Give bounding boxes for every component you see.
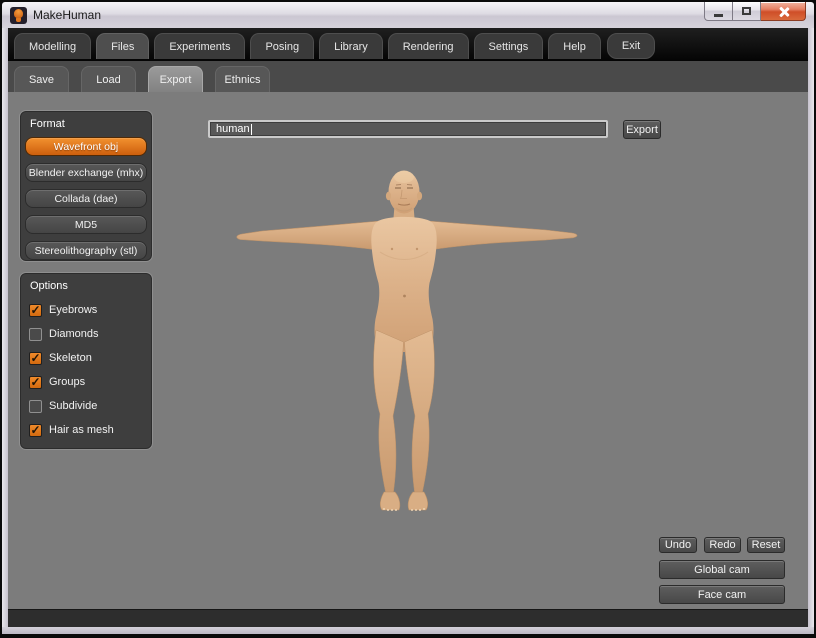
eyebrows-checkbox[interactable] [29,304,42,317]
format-collada-dae-button[interactable]: Collada (dae) [25,189,147,208]
model-right-leg [405,330,435,495]
tab-files[interactable]: Files [96,33,149,59]
human-model[interactable] [200,162,620,609]
format-blender-mhx-button[interactable]: Blender exchange (mhx) [25,163,147,182]
tab-rendering[interactable]: Rendering [388,33,469,59]
status-bar [8,609,808,627]
options-checkbox-list: Eyebrows Diamonds Skeleton Groups [20,298,152,442]
skeleton-checkbox[interactable] [29,352,42,365]
model-torso [371,217,436,352]
subtab-save[interactable]: Save [14,66,69,92]
format-wavefront-obj-button[interactable]: Wavefront obj [25,137,147,156]
face-cam-button[interactable]: Face cam [659,585,785,604]
model-right-foot [408,492,428,510]
model-right-arm [428,221,577,250]
subdivide-label: Subdivide [49,400,97,412]
text-caret-icon [251,124,252,135]
filename-value: human [216,123,250,135]
close-icon [778,6,789,17]
option-eyebrows[interactable]: Eyebrows [20,298,152,322]
tab-modelling[interactable]: Modelling [14,33,91,59]
eyebrows-label: Eyebrows [49,304,97,316]
global-cam-button[interactable]: Global cam [659,560,785,579]
window-controls [704,2,806,21]
hair-as-mesh-label: Hair as mesh [49,424,114,436]
maximize-icon [742,7,751,15]
hair-as-mesh-checkbox[interactable] [29,424,42,437]
subtab-load[interactable]: Load [81,66,136,92]
minimize-button[interactable] [704,2,733,21]
filename-input[interactable]: human [208,120,608,138]
model-left-leg [374,330,404,495]
option-groups[interactable]: Groups [20,370,152,394]
options-panel: Options Eyebrows Diamonds Skeleton [19,272,153,450]
tab-settings[interactable]: Settings [474,33,544,59]
undo-button[interactable]: Undo [659,537,697,553]
titlebar[interactable]: MakeHuman [2,2,814,28]
minimize-icon [714,14,723,17]
format-stereolithography-button[interactable]: Stereolithography (stl) [25,241,147,260]
tab-posing[interactable]: Posing [250,33,314,59]
window-frame-right [808,28,814,634]
diamonds-label: Diamonds [49,328,99,340]
window-frame-bottom [2,627,814,634]
tab-exit[interactable]: Exit [607,33,655,59]
diamonds-checkbox[interactable] [29,328,42,341]
reset-button[interactable]: Reset [747,537,785,553]
options-panel-title: Options [20,273,152,292]
model-left-arm [237,221,380,250]
tab-experiments[interactable]: Experiments [154,33,245,59]
skeleton-label: Skeleton [49,352,92,364]
window-title: MakeHuman [33,8,101,22]
redo-button[interactable]: Redo [704,537,741,553]
groups-label: Groups [49,376,85,388]
app-body: Modelling Files Experiments Posing Libra… [8,28,808,627]
viewport-3d[interactable]: Format Wavefront obj Blender exchange (m… [8,92,808,609]
sub-tabbar: Save Load Export Ethnics [8,61,808,92]
export-button[interactable]: Export [623,120,661,139]
option-hair-as-mesh[interactable]: Hair as mesh [20,418,152,442]
subtab-ethnics[interactable]: Ethnics [215,66,270,92]
format-panel-title: Format [20,111,152,130]
format-button-list: Wavefront obj Blender exchange (mhx) Col… [20,137,152,260]
subdivide-checkbox[interactable] [29,400,42,413]
main-tabbar: Modelling Files Experiments Posing Libra… [8,28,808,61]
close-button[interactable] [761,2,806,21]
tab-library[interactable]: Library [319,33,383,59]
option-subdivide[interactable]: Subdivide [20,394,152,418]
option-skeleton[interactable]: Skeleton [20,346,152,370]
format-panel: Format Wavefront obj Blender exchange (m… [19,110,153,262]
format-md5-button[interactable]: MD5 [25,215,147,234]
groups-checkbox[interactable] [29,376,42,389]
option-diamonds[interactable]: Diamonds [20,322,152,346]
makehuman-logo-icon [10,7,27,24]
maximize-button[interactable] [733,2,761,21]
tab-help[interactable]: Help [548,33,601,59]
makehuman-window: MakeHuman Modelling Files Experiments Po… [0,0,816,638]
model-left-foot [380,492,400,510]
subtab-export[interactable]: Export [148,66,203,92]
